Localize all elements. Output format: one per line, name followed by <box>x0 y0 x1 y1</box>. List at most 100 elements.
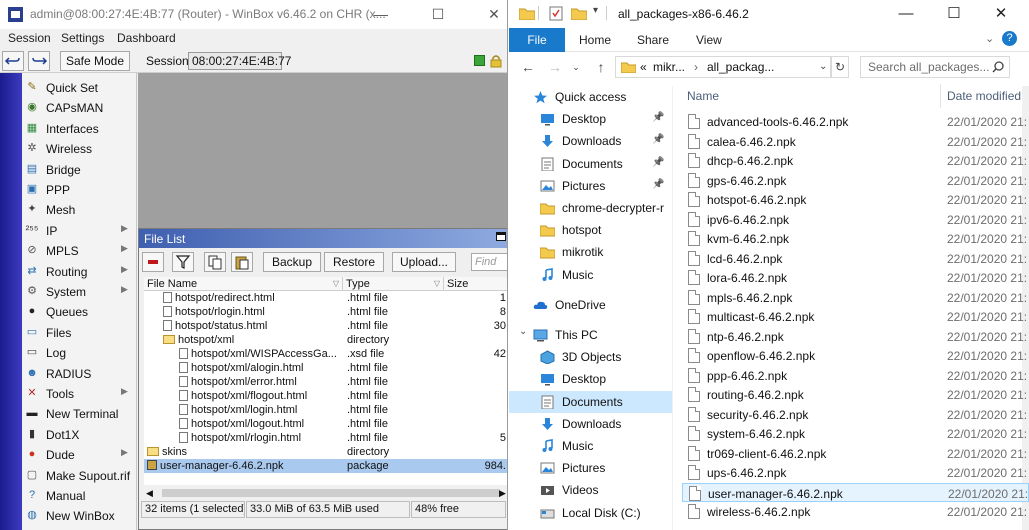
sidebar-item-log[interactable]: ▭ Log <box>22 342 137 362</box>
file-item[interactable]: ntp-6.46.2.npk 22/01/2020 21: <box>682 327 1029 347</box>
file-list-row[interactable]: hotspot/status.html .html file 30 <box>144 319 507 333</box>
path-box[interactable]: « mikr... › all_packag... ⌄ <box>615 56 831 78</box>
file-item[interactable]: kvm-6.46.2.npk 22/01/2020 21: <box>682 229 1029 249</box>
file-item[interactable]: mpls-6.46.2.npk 22/01/2020 21: <box>682 288 1029 308</box>
path-dropdown-icon[interactable]: ⌄ <box>819 57 827 77</box>
find-input[interactable]: Find <box>471 253 507 271</box>
sidebar-item-capsman[interactable]: ◉ CAPsMAN <box>22 97 137 117</box>
properties-icon[interactable] <box>549 6 563 21</box>
sidebar-item-make-supout-rif[interactable]: ▢ Make Supout.rif <box>22 465 137 485</box>
refresh-button[interactable]: ↻ <box>831 56 849 78</box>
column-header-file-name[interactable]: File Name ▽ <box>144 277 343 291</box>
file-item[interactable]: hotspot-6.46.2.npk 22/01/2020 21: <box>682 190 1029 210</box>
nav-item-hotspot[interactable]: hotspot <box>509 219 672 241</box>
tab-share[interactable]: Share <box>637 33 669 47</box>
file-item[interactable]: tr069-client-6.46.2.npk 22/01/2020 21: <box>682 444 1029 464</box>
nav-item-downloads[interactable]: Downloads <box>509 413 672 435</box>
file-item[interactable]: ppp-6.46.2.npk 22/01/2020 21: <box>682 366 1029 386</box>
file-list-row[interactable]: user-manager-6.46.2.npk package 984. <box>144 459 507 473</box>
file-item[interactable]: gps-6.46.2.npk 22/01/2020 21: <box>682 171 1029 191</box>
file-list-row[interactable]: hotspot/xml/flogout.html .html file <box>144 389 507 403</box>
sidebar-item-tools[interactable]: ✕ Tools ▶ <box>22 383 137 403</box>
file-list-row[interactable]: skins directory <box>144 445 507 459</box>
tab-view[interactable]: View <box>696 33 722 47</box>
sidebar-item-radius[interactable]: ☻ RADIUS <box>22 363 137 383</box>
file-list-row[interactable]: hotspot/xml/rlogin.html .html file 5 <box>144 431 507 445</box>
file-item[interactable]: routing-6.46.2.npk 22/01/2020 21: <box>682 385 1029 405</box>
file-list-row[interactable]: hotspot/xml/error.html .html file <box>144 375 507 389</box>
sidebar-item-new-winbox[interactable]: ◍ New WinBox <box>22 505 137 525</box>
help-icon[interactable]: ? <box>1002 31 1017 46</box>
nav-item-3d-objects[interactable]: 3D Objects <box>509 346 672 368</box>
file-item[interactable]: lora-6.46.2.npk 22/01/2020 21: <box>682 268 1029 288</box>
nav-item-documents[interactable]: Documents 📌 <box>509 153 672 175</box>
nav-item-mikrotik[interactable]: mikrotik <box>509 241 672 263</box>
breadcrumb-all-packages[interactable]: all_packag... <box>707 57 774 77</box>
sidebar-item-ip[interactable]: ²⁵⁵ IP ▶ <box>22 220 137 240</box>
file-list-row[interactable]: hotspot/xml/alogin.html .html file <box>144 361 507 375</box>
file-item[interactable]: multicast-6.46.2.npk 22/01/2020 21: <box>682 307 1029 327</box>
copy-button[interactable] <box>204 252 226 272</box>
nav-item-music[interactable]: Music <box>509 264 672 286</box>
file-item[interactable]: system-6.46.2.npk 22/01/2020 21: <box>682 424 1029 444</box>
file-list-row[interactable]: hotspot/rlogin.html .html file 8 <box>144 305 507 319</box>
expand-chevron-icon[interactable]: ⌄ <box>519 326 527 337</box>
sidebar-item-files[interactable]: ▭ Files <box>22 322 137 342</box>
forward-button[interactable]: → <box>546 58 564 76</box>
sidebar-item-quick-set[interactable]: ✎ Quick Set <box>22 77 137 97</box>
column-header-name[interactable]: Name <box>687 89 719 103</box>
sidebar-item-mesh[interactable]: ✦ Mesh <box>22 199 137 219</box>
undo-button[interactable] <box>2 51 24 71</box>
scroll-left-icon[interactable]: ◀ <box>146 487 153 499</box>
winbox-titlebar[interactable]: admin@08:00:27:4E:4B:77 (Router) - WinBo… <box>0 0 507 29</box>
up-button[interactable]: ↑ <box>592 58 610 76</box>
expand-ribbon-icon[interactable]: ⌄ <box>985 32 994 45</box>
minimize-button[interactable]: — <box>370 4 392 24</box>
sidebar-item-mpls[interactable]: ⊘ MPLS ▶ <box>22 240 137 260</box>
menu-settings[interactable]: Settings <box>61 31 104 45</box>
back-button[interactable]: ← <box>519 58 537 76</box>
file-list-row[interactable]: hotspot/xml/logout.html .html file <box>144 417 507 431</box>
file-item[interactable]: lcd-6.46.2.npk 22/01/2020 21: <box>682 249 1029 269</box>
nav-item-desktop[interactable]: Desktop 📌 <box>509 108 672 130</box>
maximize-button[interactable]: ☐ <box>427 4 449 24</box>
file-item[interactable]: wireless-6.46.2.npk 22/01/2020 21: <box>682 502 1029 522</box>
backup-button[interactable]: Backup <box>263 252 321 272</box>
recent-locations-button[interactable]: ⌄ <box>567 58 585 76</box>
tab-file[interactable]: File <box>509 28 565 52</box>
file-item[interactable]: user-manager-6.46.2.npk 22/01/2020 21: <box>682 482 1029 502</box>
upload-button[interactable]: Upload... <box>392 252 456 272</box>
sidebar-item-wireless[interactable]: ✲ Wireless <box>22 138 137 158</box>
sidebar-item-dot1x[interactable]: ▮ Dot1X <box>22 424 137 444</box>
nav-item-this-pc[interactable]: This PC ⌄ <box>509 324 672 346</box>
nav-item-videos[interactable]: Videos <box>509 479 672 501</box>
sidebar-item-routing[interactable]: ⇄ Routing ▶ <box>22 261 137 281</box>
nav-item-chrome-decrypter-r[interactable]: chrome-decrypter-r <box>509 197 672 219</box>
menu-session[interactable]: Session <box>8 31 51 45</box>
explorer-titlebar[interactable]: ▾ all_packages-x86-6.46.2 — ☐ ✕ <box>509 0 1029 28</box>
quick-access-toolbar-dropdown-icon[interactable]: ▾ <box>593 5 598 16</box>
file-list-row[interactable]: hotspot/xml/WISPAccessGa... .xsd file 42 <box>144 347 507 361</box>
search-input[interactable]: Search all_packages... <box>860 56 1010 78</box>
file-list-row[interactable]: hotspot/redirect.html .html file 1 <box>144 291 507 305</box>
safe-mode-button[interactable]: Safe Mode <box>60 51 130 71</box>
path-overflow[interactable]: « <box>640 57 647 77</box>
maximize-button[interactable]: ☐ <box>939 4 969 24</box>
file-item[interactable]: calea-6.46.2.npk 22/01/2020 21: <box>682 132 1029 152</box>
scroll-thumb[interactable] <box>162 489 500 497</box>
close-button[interactable]: ✕ <box>986 4 1016 24</box>
restore-button[interactable]: Restore <box>324 252 384 272</box>
sidebar-item-dude[interactable]: ● Dude ▶ <box>22 444 137 464</box>
sidebar-item-bridge[interactable]: ▤ Bridge <box>22 159 137 179</box>
sidebar-item-ppp[interactable]: ▣ PPP <box>22 179 137 199</box>
sidebar-item-new-terminal[interactable]: ▬ New Terminal <box>22 403 137 423</box>
nav-item-onedrive[interactable]: OneDrive <box>509 294 672 316</box>
file-list-row[interactable]: hotspot/xml/login.html .html file <box>144 403 507 417</box>
nav-item-quick-access[interactable]: Quick access <box>509 86 672 108</box>
nav-item-pictures[interactable]: Pictures 📌 <box>509 175 672 197</box>
new-folder-icon[interactable] <box>571 7 587 20</box>
sidebar-item-system[interactable]: ⚙ System ▶ <box>22 281 137 301</box>
column-header-date-modified[interactable]: Date modified <box>947 89 1021 103</box>
paste-button[interactable] <box>231 252 253 272</box>
file-list-row[interactable]: hotspot/xml directory <box>144 333 507 347</box>
